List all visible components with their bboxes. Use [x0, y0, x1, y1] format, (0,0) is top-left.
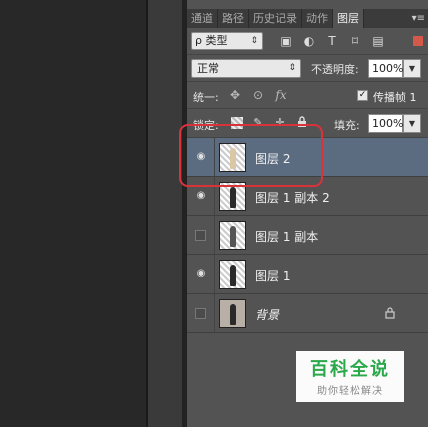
visibility-column: [187, 294, 215, 332]
pixel-filter-icon[interactable]: ▣: [279, 34, 293, 48]
unify-visibility-icon[interactable]: ⊙: [250, 87, 266, 103]
shape-filter-icon[interactable]: ⌑: [348, 34, 362, 48]
opacity-label: 不透明度:: [311, 63, 359, 76]
chevron-updown-icon: ⇕: [288, 63, 296, 73]
unify-position-icon[interactable]: ✥: [227, 87, 243, 103]
propagate-frame-label: 传播帧 1: [373, 91, 417, 104]
type-filter-icon[interactable]: T: [325, 34, 339, 48]
lock-icon: [384, 306, 396, 319]
tab-layers[interactable]: 图层: [333, 9, 364, 28]
smart-object-filter-icon[interactable]: ▤: [371, 34, 385, 48]
layer-row-background[interactable]: 背景: [187, 294, 428, 333]
blend-mode-select[interactable]: 正常 ⇕: [191, 59, 301, 78]
visibility-toggle-off[interactable]: [195, 308, 206, 319]
fill-input[interactable]: 100%: [368, 114, 403, 133]
visibility-column: [187, 216, 215, 254]
eye-icon[interactable]: ◉: [195, 191, 207, 201]
filter-icons: ▣ ◐ T ⌑ ▤: [279, 34, 385, 48]
layer-name: 图层 1: [255, 269, 291, 283]
layer-row-layer-1[interactable]: ◉ 图层 1: [187, 255, 428, 294]
opacity-input[interactable]: 100%: [368, 59, 403, 78]
propagate-frame-checkbox[interactable]: ✓: [357, 90, 368, 101]
layer-thumbnail: [219, 299, 246, 328]
layer-name: 图层 1 副本: [255, 230, 319, 244]
layer-name: 背景: [255, 308, 280, 322]
unify-label: 统一:: [193, 91, 219, 104]
layer-thumbnail: [219, 221, 246, 250]
watermark-title: 百科全说: [310, 359, 390, 380]
watermark-subtitle: 助你轻松解决: [317, 386, 383, 397]
blend-row: 正常 ⇕ 不透明度: 100% ▼: [187, 55, 428, 82]
tab-actions[interactable]: 动作: [302, 9, 333, 28]
collapsed-panel-strip: [148, 0, 182, 427]
layer-filter-row: ρ 类型 ⇕ ▣ ◐ T ⌑ ▤: [187, 28, 428, 55]
panel-tab-bar: 通道 路径 历史记录 动作 图层 ▾≡: [187, 9, 428, 28]
opacity-dropdown-button[interactable]: ▼: [403, 59, 421, 78]
layer-row-layer-1-copy[interactable]: 图层 1 副本: [187, 216, 428, 255]
unify-icons: ✥ ⊙ fx: [227, 87, 289, 103]
tab-paths[interactable]: 路径: [218, 9, 249, 28]
tab-history[interactable]: 历史记录: [249, 9, 302, 28]
fill-label: 填充:: [334, 119, 360, 132]
fill-dropdown-button[interactable]: ▼: [403, 114, 421, 133]
visibility-toggle-off[interactable]: [195, 230, 206, 241]
tab-channels[interactable]: 通道: [187, 9, 218, 28]
unify-style-icon[interactable]: fx: [273, 87, 289, 103]
visibility-column: ◉: [187, 255, 215, 293]
highlight-annotation: [179, 124, 323, 187]
filter-toggle-icon[interactable]: [413, 36, 423, 46]
adjustment-filter-icon[interactable]: ◐: [302, 34, 316, 48]
watermark: 百科全说 助你轻松解决: [296, 351, 404, 402]
canvas-area: [0, 0, 146, 427]
filter-kind-label: ρ 类型: [195, 34, 228, 47]
filter-kind-select[interactable]: ρ 类型 ⇕: [191, 32, 263, 50]
chevron-updown-icon: ⇕: [250, 36, 258, 46]
blend-mode-value: 正常: [197, 62, 219, 75]
layer-thumbnail: [219, 260, 246, 289]
panel-menu-icon[interactable]: ▾≡: [412, 9, 425, 28]
layer-name: 图层 1 副本 2: [255, 191, 330, 205]
unify-row: 统一: ✥ ⊙ fx ✓ 传播帧 1: [187, 82, 428, 109]
eye-icon[interactable]: ◉: [195, 269, 207, 279]
